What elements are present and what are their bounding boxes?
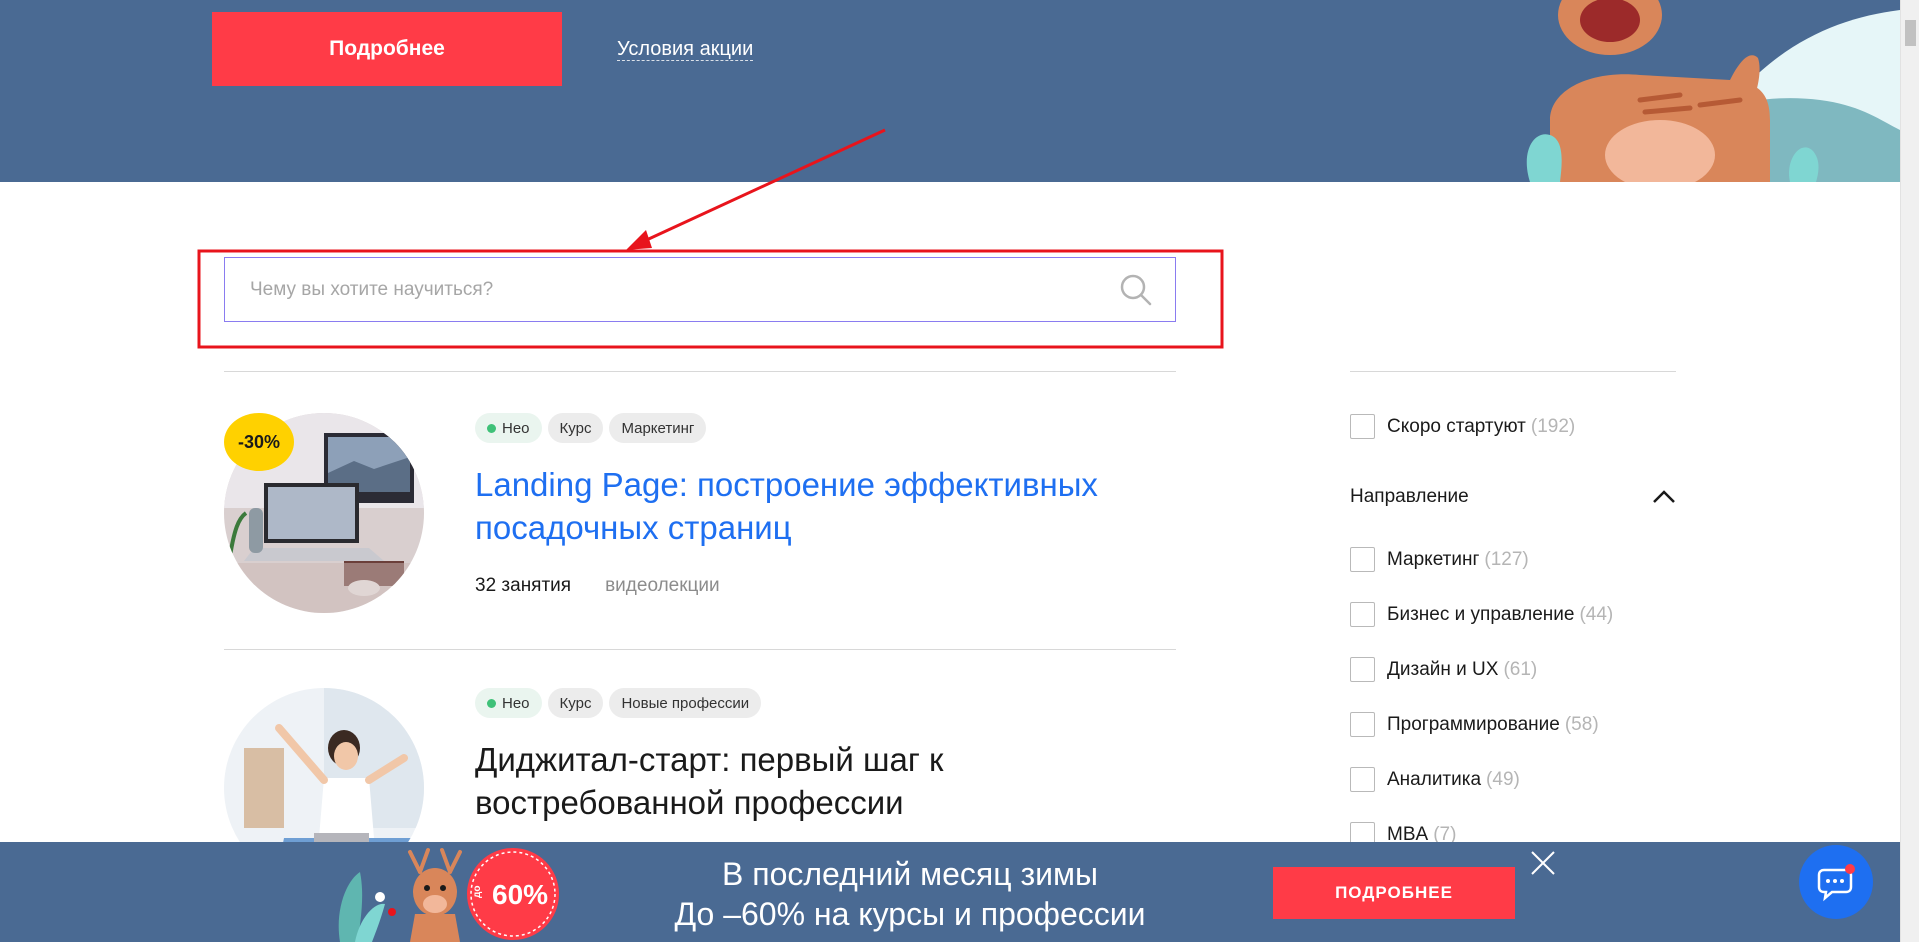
page-scrollbar[interactable] bbox=[1900, 0, 1919, 942]
filter-marketing[interactable]: Маркетинг (127) bbox=[1350, 547, 1529, 572]
filter-count: (49) bbox=[1486, 768, 1520, 790]
course-tags: Нео Курс Новые профессии bbox=[475, 688, 762, 718]
checkbox[interactable] bbox=[1350, 547, 1375, 572]
filter-starting-soon[interactable]: Скоро стартуют (192) bbox=[1350, 414, 1575, 439]
deer-illustration bbox=[1526, 0, 1900, 182]
chat-button[interactable] bbox=[1799, 845, 1873, 919]
filter-count: (192) bbox=[1530, 415, 1576, 437]
promo-terms-link[interactable]: Условия акции bbox=[617, 38, 754, 61]
deer-badge-illustration: до 60% bbox=[338, 848, 559, 942]
search-input[interactable] bbox=[225, 258, 1119, 321]
filter-heading-label: Направление bbox=[1350, 486, 1469, 507]
checkbox[interactable] bbox=[1350, 602, 1375, 627]
filter-design[interactable]: Дизайн и UX (61) bbox=[1350, 657, 1537, 682]
search-icon[interactable] bbox=[1119, 273, 1153, 307]
promo-banner: Подробнее Условия акции bbox=[0, 0, 1900, 182]
filter-analytics[interactable]: Аналитика (49) bbox=[1350, 767, 1520, 792]
filter-programming[interactable]: Программирование (58) bbox=[1350, 712, 1599, 737]
checkbox[interactable] bbox=[1350, 657, 1375, 682]
course-card[interactable]: Нео Курс Новые профессии Диджитал-старт:… bbox=[224, 688, 1176, 842]
direction-filter-header[interactable]: Направление bbox=[1350, 486, 1676, 508]
badge-prefix: до bbox=[472, 886, 483, 898]
filter-label: Скоро стартуют bbox=[1387, 415, 1526, 437]
checkbox[interactable] bbox=[1350, 767, 1375, 792]
filter-count: (61) bbox=[1503, 658, 1538, 680]
tag-category[interactable]: Новые профессии bbox=[609, 688, 762, 718]
course-search[interactable] bbox=[224, 257, 1176, 322]
annotation-arrowhead bbox=[626, 230, 652, 250]
chat-icon bbox=[1817, 864, 1855, 902]
checkbox[interactable] bbox=[1350, 712, 1375, 737]
bottom-more-button[interactable]: ПОДРОБНЕЕ bbox=[1273, 867, 1515, 919]
filter-count: (127) bbox=[1484, 548, 1529, 570]
course-meta: 32 занятия видеолекции bbox=[475, 575, 720, 597]
tag-label: Нео bbox=[502, 419, 530, 437]
close-icon[interactable] bbox=[1530, 850, 1556, 876]
more-button[interactable]: Подробнее bbox=[212, 12, 562, 86]
tag-category[interactable]: Маркетинг bbox=[609, 413, 707, 443]
scroll-thumb[interactable] bbox=[1905, 20, 1916, 46]
tag-label: Нео bbox=[502, 694, 530, 712]
filter-label: Маркетинг bbox=[1387, 548, 1480, 570]
neo-dot-icon bbox=[487, 423, 496, 433]
chevron-up-icon[interactable] bbox=[1652, 490, 1676, 504]
discount-badge: -30% bbox=[224, 413, 294, 471]
neo-dot-icon bbox=[487, 698, 496, 708]
bottom-promo-banner: до 60% В последний месяц зимы До –60% на… bbox=[0, 842, 1900, 942]
bottom-banner-line2: До –60% на курсы и профессии bbox=[674, 896, 1146, 932]
filter-count: (58) bbox=[1564, 713, 1599, 735]
filter-label: Бизнес и управление bbox=[1387, 603, 1575, 625]
bottom-banner-line1: В последний месяц зимы bbox=[722, 856, 1098, 892]
divider bbox=[224, 371, 1176, 372]
course-title[interactable]: Диджитал-старт: первый шаг к востребован… bbox=[475, 738, 1176, 824]
tag-neo[interactable]: Нео bbox=[475, 413, 542, 443]
filter-label: Дизайн и UX bbox=[1387, 658, 1499, 680]
course-title[interactable]: Landing Page: построение эффективных пос… bbox=[475, 463, 1195, 549]
tag-neo[interactable]: Нео bbox=[475, 688, 542, 718]
tag-type[interactable]: Курс bbox=[547, 413, 604, 443]
filter-count: (44) bbox=[1579, 603, 1614, 625]
filter-label: Программирование bbox=[1387, 713, 1560, 735]
divider bbox=[224, 649, 1176, 650]
badge-value: 60% bbox=[492, 879, 548, 910]
filter-business[interactable]: Бизнес и управление (44) bbox=[1350, 602, 1613, 627]
divider bbox=[1350, 371, 1676, 372]
bottom-banner-text: В последний месяц зимы До –60% на курсы … bbox=[610, 854, 1210, 934]
lessons-count: 32 занятия bbox=[475, 575, 572, 596]
course-tags: Нео Курс Маркетинг bbox=[475, 413, 707, 443]
course-card[interactable]: -30% Нео Курс Маркетинг Landing Page: по… bbox=[224, 413, 1176, 623]
course-image[interactable] bbox=[224, 688, 424, 842]
tag-type[interactable]: Курс bbox=[547, 688, 604, 718]
checkbox[interactable] bbox=[1350, 414, 1375, 439]
filter-label: Аналитика bbox=[1387, 768, 1482, 790]
course-format: видеолекции bbox=[605, 575, 720, 596]
